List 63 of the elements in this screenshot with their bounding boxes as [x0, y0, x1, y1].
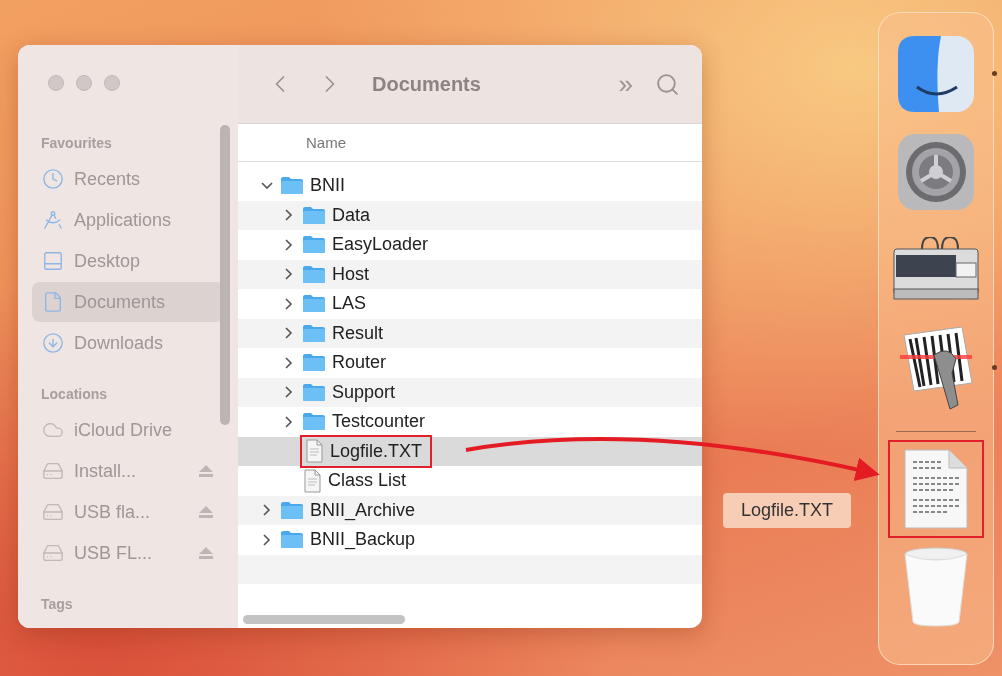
file-name: Result [332, 322, 384, 344]
section-heading: Locations [40, 385, 109, 404]
drive-icon [42, 501, 64, 523]
file-icon [302, 468, 322, 493]
section-heading: Tags [40, 595, 74, 614]
desktop-icon [42, 250, 64, 272]
file-name: BNII_Backup [310, 529, 416, 551]
file-row[interactable]: BNII_Archive [238, 495, 702, 525]
file-icon [304, 439, 324, 464]
download-icon [42, 332, 64, 354]
file-row[interactable]: Data [238, 200, 702, 230]
file-name: Router [332, 352, 387, 374]
folder-icon [302, 382, 326, 402]
chevron-right-icon[interactable] [285, 209, 293, 222]
file-name: Class List [328, 470, 407, 492]
file-name: BNII_Archive [310, 499, 416, 521]
folder-icon [280, 176, 304, 196]
chevron-right-icon[interactable] [263, 504, 271, 517]
gear-icon[interactable] [897, 133, 975, 211]
file-name: Host [332, 263, 369, 285]
chevron-right-icon[interactable] [285, 297, 293, 310]
scrollbar[interactable] [220, 125, 230, 425]
scrollbar[interactable] [243, 615, 405, 624]
folder-icon [280, 530, 304, 550]
chevron-right-icon[interactable] [285, 356, 293, 369]
folder-icon [302, 235, 326, 255]
folder-icon [302, 323, 326, 343]
folder-icon [302, 412, 326, 432]
chevron-right-icon[interactable] [285, 386, 293, 399]
file-name: BNII [310, 175, 345, 197]
document-icon [42, 291, 64, 313]
folder-icon [302, 264, 326, 284]
clock-icon [42, 168, 64, 190]
file-name: Logfile.TXT [330, 440, 423, 462]
file-name: EasyLoader [332, 234, 429, 256]
section-heading: Favourites [40, 134, 113, 153]
folder-icon [302, 294, 326, 314]
drive-icon [42, 460, 64, 482]
folder-icon [302, 205, 326, 225]
chevron-right-icon[interactable] [263, 533, 271, 546]
file-name: Data [332, 204, 371, 226]
file-row[interactable]: Host [238, 259, 702, 289]
file-name: LAS [332, 293, 367, 315]
window-title: Documents [372, 72, 482, 96]
compass-icon [42, 209, 64, 231]
search-icon[interactable] [655, 71, 680, 97]
chevron-right-icon[interactable] [285, 327, 293, 340]
file-name: Support [332, 381, 396, 403]
folder-icon [302, 353, 326, 373]
file-row[interactable]: Result [238, 318, 702, 348]
tooltip: Logfile.TXT [723, 493, 852, 528]
text-document-icon[interactable] [903, 448, 969, 530]
chevron-down-icon[interactable] [261, 181, 273, 190]
column-title[interactable]: Name [306, 134, 346, 151]
finder-icon[interactable] [897, 35, 975, 113]
drive-icon [42, 542, 64, 564]
chevron-right-icon[interactable] [285, 238, 293, 251]
analyzer-machine-icon[interactable] [892, 237, 980, 303]
chevron-right-icon[interactable] [285, 415, 293, 428]
file-name: Testcounter [332, 411, 426, 433]
chevron-right-icon[interactable] [285, 268, 293, 281]
file-row[interactable]: Support [238, 377, 702, 407]
folder-icon [280, 500, 304, 520]
